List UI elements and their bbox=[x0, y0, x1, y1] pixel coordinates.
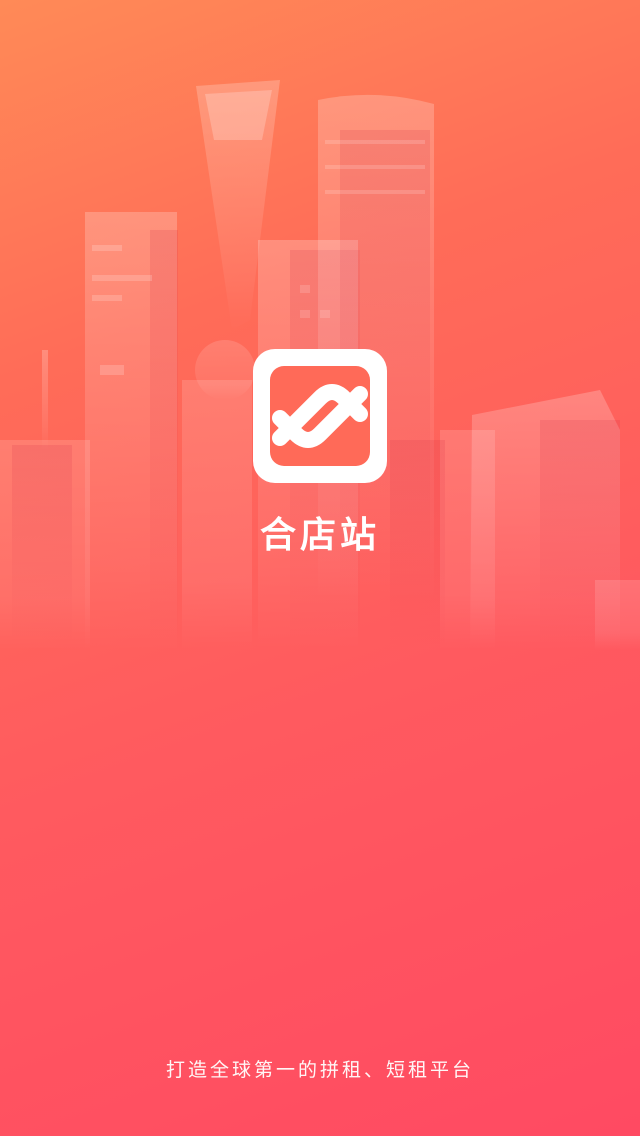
city-skyline-illustration bbox=[0, 80, 640, 652]
app-logo bbox=[250, 346, 390, 486]
app-logo-icon bbox=[253, 349, 387, 483]
app-slogan: 打造全球第一的拼租、短租平台 bbox=[165, 1059, 474, 1081]
splash-screen: 合店站 打造全球第一的拼租、短租平台 bbox=[0, 0, 640, 1136]
app-name: 合店站 bbox=[259, 515, 380, 556]
